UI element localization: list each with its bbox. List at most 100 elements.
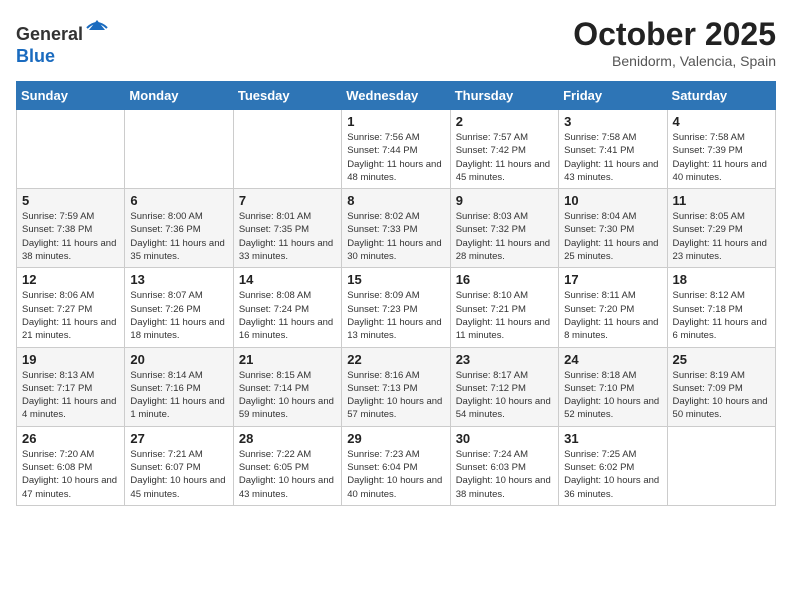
logo-blue-text: Blue: [16, 46, 55, 66]
calendar-cell: 27 Sunrise: 7:21 AMSunset: 6:07 PMDayligh…: [125, 426, 233, 505]
day-info: Sunrise: 7:59 AMSunset: 7:38 PMDaylight:…: [22, 210, 119, 263]
calendar-cell: 17 Sunrise: 8:11 AMSunset: 7:20 PMDayligh…: [559, 268, 667, 347]
calendar-cell: 6 Sunrise: 8:00 AMSunset: 7:36 PMDaylight…: [125, 189, 233, 268]
day-info: Sunrise: 7:57 AMSunset: 7:42 PMDaylight:…: [456, 131, 553, 184]
day-number: 20: [130, 352, 227, 367]
day-number: 17: [564, 272, 661, 287]
day-number: 27: [130, 431, 227, 446]
logo-icon: [85, 16, 109, 40]
day-info: Sunrise: 8:06 AMSunset: 7:27 PMDaylight:…: [22, 289, 119, 342]
weekday-header: Saturday: [667, 82, 775, 110]
weekday-header: Sunday: [17, 82, 125, 110]
calendar-cell: 5 Sunrise: 7:59 AMSunset: 7:38 PMDaylight…: [17, 189, 125, 268]
calendar-cell: 23 Sunrise: 8:17 AMSunset: 7:12 PMDayligh…: [450, 347, 558, 426]
day-info: Sunrise: 8:19 AMSunset: 7:09 PMDaylight:…: [673, 369, 770, 422]
calendar-cell: 18 Sunrise: 8:12 AMSunset: 7:18 PMDayligh…: [667, 268, 775, 347]
day-info: Sunrise: 8:11 AMSunset: 7:20 PMDaylight:…: [564, 289, 661, 342]
calendar-week-row: 19 Sunrise: 8:13 AMSunset: 7:17 PMDayligh…: [17, 347, 776, 426]
day-number: 23: [456, 352, 553, 367]
day-number: 30: [456, 431, 553, 446]
calendar-cell: 24 Sunrise: 8:18 AMSunset: 7:10 PMDayligh…: [559, 347, 667, 426]
calendar-cell: 14 Sunrise: 8:08 AMSunset: 7:24 PMDayligh…: [233, 268, 341, 347]
day-info: Sunrise: 8:12 AMSunset: 7:18 PMDaylight:…: [673, 289, 770, 342]
day-info: Sunrise: 8:04 AMSunset: 7:30 PMDaylight:…: [564, 210, 661, 263]
logo: General Blue: [16, 16, 109, 67]
day-info: Sunrise: 7:24 AMSunset: 6:03 PMDaylight:…: [456, 448, 553, 501]
day-number: 31: [564, 431, 661, 446]
day-number: 18: [673, 272, 770, 287]
page-header: General Blue October 2025 Benidorm, Vale…: [16, 16, 776, 69]
day-info: Sunrise: 7:20 AMSunset: 6:08 PMDaylight:…: [22, 448, 119, 501]
day-info: Sunrise: 8:16 AMSunset: 7:13 PMDaylight:…: [347, 369, 444, 422]
weekday-header: Tuesday: [233, 82, 341, 110]
calendar-cell: 3 Sunrise: 7:58 AMSunset: 7:41 PMDaylight…: [559, 110, 667, 189]
calendar-cell: [17, 110, 125, 189]
calendar-cell: 21Sunrise: 8:15 AMSunset: 7:14 PMDayligh…: [233, 347, 341, 426]
day-number: 24: [564, 352, 661, 367]
calendar-week-row: 12 Sunrise: 8:06 AMSunset: 7:27 PMDayligh…: [17, 268, 776, 347]
calendar-cell: 19 Sunrise: 8:13 AMSunset: 7:17 PMDayligh…: [17, 347, 125, 426]
day-info: Sunrise: 7:21 AMSunset: 6:07 PMDaylight:…: [130, 448, 227, 501]
weekday-header: Thursday: [450, 82, 558, 110]
day-info: Sunrise: 8:15 AMSunset: 7:14 PMDaylight:…: [239, 369, 336, 422]
day-number: 7: [239, 193, 336, 208]
day-number: 4: [673, 114, 770, 129]
calendar-cell: 9 Sunrise: 8:03 AMSunset: 7:32 PMDaylight…: [450, 189, 558, 268]
day-number: 22: [347, 352, 444, 367]
day-number: 16: [456, 272, 553, 287]
day-number: 26: [22, 431, 119, 446]
day-info: Sunrise: 8:10 AMSunset: 7:21 PMDaylight:…: [456, 289, 553, 342]
calendar-cell: 16 Sunrise: 8:10 AMSunset: 7:21 PMDayligh…: [450, 268, 558, 347]
day-number: 13: [130, 272, 227, 287]
calendar-cell: 31Sunrise: 7:25 AMSunset: 6:02 PMDayligh…: [559, 426, 667, 505]
calendar-cell: 4 Sunrise: 7:58 AMSunset: 7:39 PMDaylight…: [667, 110, 775, 189]
calendar-week-row: 1Sunrise: 7:56 AMSunset: 7:44 PMDaylight…: [17, 110, 776, 189]
calendar-cell: 26 Sunrise: 7:20 AMSunset: 6:08 PMDayligh…: [17, 426, 125, 505]
day-info: Sunrise: 8:08 AMSunset: 7:24 PMDaylight:…: [239, 289, 336, 342]
day-info: Sunrise: 8:02 AMSunset: 7:33 PMDaylight:…: [347, 210, 444, 263]
day-number: 11: [673, 193, 770, 208]
day-info: Sunrise: 7:22 AMSunset: 6:05 PMDaylight:…: [239, 448, 336, 501]
day-info: Sunrise: 8:09 AMSunset: 7:23 PMDaylight:…: [347, 289, 444, 342]
calendar-cell: 29 Sunrise: 7:23 AMSunset: 6:04 PMDayligh…: [342, 426, 450, 505]
day-number: 29: [347, 431, 444, 446]
day-number: 1: [347, 114, 444, 129]
calendar-cell: 2 Sunrise: 7:57 AMSunset: 7:42 PMDaylight…: [450, 110, 558, 189]
day-info: Sunrise: 8:13 AMSunset: 7:17 PMDaylight:…: [22, 369, 119, 422]
day-number: 3: [564, 114, 661, 129]
day-info: Sunrise: 8:18 AMSunset: 7:10 PMDaylight:…: [564, 369, 661, 422]
day-info: Sunrise: 8:03 AMSunset: 7:32 PMDaylight:…: [456, 210, 553, 263]
day-number: 9: [456, 193, 553, 208]
day-info: Sunrise: 7:58 AMSunset: 7:41 PMDaylight:…: [564, 131, 661, 184]
calendar-cell: 11 Sunrise: 8:05 AMSunset: 7:29 PMDayligh…: [667, 189, 775, 268]
day-number: 14: [239, 272, 336, 287]
day-info: Sunrise: 8:17 AMSunset: 7:12 PMDaylight:…: [456, 369, 553, 422]
day-info: Sunrise: 7:23 AMSunset: 6:04 PMDaylight:…: [347, 448, 444, 501]
day-number: 2: [456, 114, 553, 129]
calendar-cell: 13 Sunrise: 8:07 AMSunset: 7:26 PMDayligh…: [125, 268, 233, 347]
calendar-table: SundayMondayTuesdayWednesdayThursdayFrid…: [16, 81, 776, 506]
calendar-cell: [125, 110, 233, 189]
calendar-cell: 7Sunrise: 8:01 AMSunset: 7:35 PMDaylight…: [233, 189, 341, 268]
day-info: Sunrise: 8:00 AMSunset: 7:36 PMDaylight:…: [130, 210, 227, 263]
calendar-cell: 28Sunrise: 7:22 AMSunset: 6:05 PMDayligh…: [233, 426, 341, 505]
calendar-cell: [233, 110, 341, 189]
day-number: 12: [22, 272, 119, 287]
day-info: Sunrise: 8:07 AMSunset: 7:26 PMDaylight:…: [130, 289, 227, 342]
calendar-cell: 22 Sunrise: 8:16 AMSunset: 7:13 PMDayligh…: [342, 347, 450, 426]
calendar-cell: 8Sunrise: 8:02 AMSunset: 7:33 PMDaylight…: [342, 189, 450, 268]
calendar-week-row: 26 Sunrise: 7:20 AMSunset: 6:08 PMDayligh…: [17, 426, 776, 505]
day-number: 6: [130, 193, 227, 208]
calendar-cell: 10 Sunrise: 8:04 AMSunset: 7:30 PMDayligh…: [559, 189, 667, 268]
day-number: 19: [22, 352, 119, 367]
day-info: Sunrise: 7:58 AMSunset: 7:39 PMDaylight:…: [673, 131, 770, 184]
day-number: 10: [564, 193, 661, 208]
day-number: 15: [347, 272, 444, 287]
location-subtitle: Benidorm, Valencia, Spain: [573, 53, 776, 69]
day-number: 5: [22, 193, 119, 208]
weekday-header: Wednesday: [342, 82, 450, 110]
calendar-cell: 1Sunrise: 7:56 AMSunset: 7:44 PMDaylight…: [342, 110, 450, 189]
calendar-cell: 25Sunrise: 8:19 AMSunset: 7:09 PMDayligh…: [667, 347, 775, 426]
month-title: October 2025: [573, 16, 776, 53]
day-info: Sunrise: 8:05 AMSunset: 7:29 PMDaylight:…: [673, 210, 770, 263]
